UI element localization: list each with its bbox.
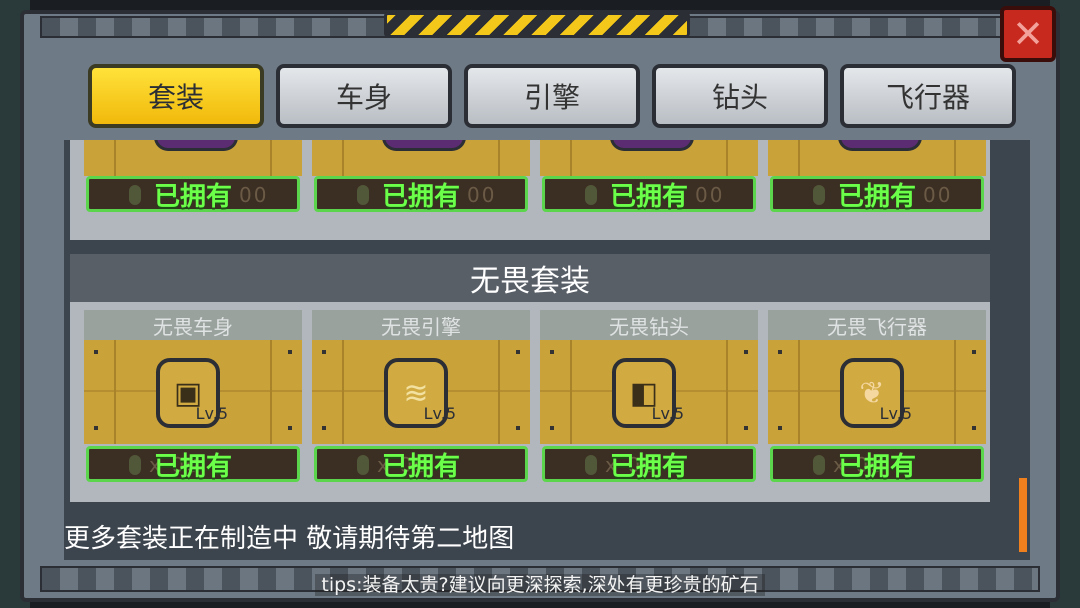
item-name: 无畏车身 — [84, 310, 302, 340]
list-item[interactable]: 00 已拥有 — [540, 140, 758, 212]
coin-icon — [357, 185, 369, 205]
list-item[interactable]: 无畏钻头 ◧ Lv.5 x 00 已拥有 — [540, 310, 758, 482]
coin-icon — [129, 455, 141, 475]
tips-text: tips:装备太贵?建议向更深探索,深处有更珍贵的矿石 — [315, 574, 765, 596]
fearless-suit-section: 无畏套装 无畏车身 ▣ Lv.5 x 00 已拥有 无畏引擎 ≋ Lv.5 x … — [70, 254, 990, 502]
list-item[interactable]: 无畏飞行器 ❦ Lv.5 x 00 已拥有 — [768, 310, 986, 482]
list-item[interactable]: 00 已拥有 — [768, 140, 986, 212]
coin-icon — [585, 185, 597, 205]
item-badge — [382, 140, 466, 151]
owned-button[interactable]: x 00 已拥有 — [542, 446, 756, 482]
owned-label: 已拥有 — [153, 181, 232, 212]
owned-label: 已拥有 — [609, 181, 688, 212]
section-title: 无畏套装 — [70, 254, 990, 302]
coin-icon — [813, 455, 825, 475]
list-item[interactable]: 无畏引擎 ≋ Lv.5 x 00 已拥有 — [312, 310, 530, 482]
coin-icon — [813, 185, 825, 205]
list-item[interactable]: 00 已拥有 — [84, 140, 302, 212]
owned-label: 已拥有 — [381, 451, 460, 482]
item-level: Lv.5 — [423, 404, 456, 423]
coming-soon-message: 更多套装正在制造中 敬请期待第二地图 — [64, 524, 515, 554]
tips-bar: tips:装备太贵?建议向更深探索,深处有更珍贵的矿石 — [0, 570, 1080, 597]
owned-label: 已拥有 — [837, 451, 916, 482]
owned-button[interactable]: x 00 已拥有 — [314, 446, 528, 482]
item-name: 无畏钻头 — [540, 310, 758, 340]
item-level: Lv.5 — [651, 404, 684, 423]
owned-label: 已拥有 — [153, 451, 232, 482]
price-text: 00 — [923, 183, 953, 207]
coin-icon — [357, 455, 369, 475]
owned-button[interactable]: 00 已拥有 — [542, 176, 756, 212]
price-text: 00 — [467, 183, 497, 207]
owned-button[interactable]: 00 已拥有 — [86, 176, 300, 212]
close-button[interactable]: ✕ — [1000, 6, 1056, 62]
close-icon: ✕ — [1012, 12, 1044, 56]
item-badge — [838, 140, 922, 151]
price-text: 00 — [695, 183, 725, 207]
price-text: 00 — [239, 183, 269, 207]
tab-body[interactable]: 车身 — [276, 64, 452, 128]
tab-suits[interactable]: 套装 — [88, 64, 264, 128]
scrollbar-thumb[interactable] — [1019, 478, 1027, 552]
owned-button[interactable]: x 00 已拥有 — [770, 446, 984, 482]
item-level: Lv.5 — [879, 404, 912, 423]
item-name: 无畏引擎 — [312, 310, 530, 340]
tab-engine[interactable]: 引擎 — [464, 64, 640, 128]
hazard-stripe — [384, 12, 690, 38]
previous-suit-section: 00 已拥有 00 已拥有 00 已拥有 00 已拥有 — [70, 140, 990, 240]
owned-label: 已拥有 — [609, 451, 688, 482]
owned-button[interactable]: 00 已拥有 — [770, 176, 984, 212]
owned-button[interactable]: 00 已拥有 — [314, 176, 528, 212]
item-badge — [154, 140, 238, 151]
owned-label: 已拥有 — [381, 181, 460, 212]
suit-list-scroll-area[interactable]: 00 已拥有 00 已拥有 00 已拥有 00 已拥有 无畏套装 无畏车身 ▣ … — [64, 140, 1030, 560]
owned-button[interactable]: x 00 已拥有 — [86, 446, 300, 482]
owned-label: 已拥有 — [837, 181, 916, 212]
list-item[interactable]: 无畏车身 ▣ Lv.5 x 00 已拥有 — [84, 310, 302, 482]
item-name: 无畏飞行器 — [768, 310, 986, 340]
coin-icon — [129, 185, 141, 205]
tab-drill[interactable]: 钻头 — [652, 64, 828, 128]
coin-icon — [585, 455, 597, 475]
tab-aircraft[interactable]: 飞行器 — [840, 64, 1016, 128]
list-item[interactable]: 00 已拥有 — [312, 140, 530, 212]
item-level: Lv.5 — [195, 404, 228, 423]
item-badge — [610, 140, 694, 151]
